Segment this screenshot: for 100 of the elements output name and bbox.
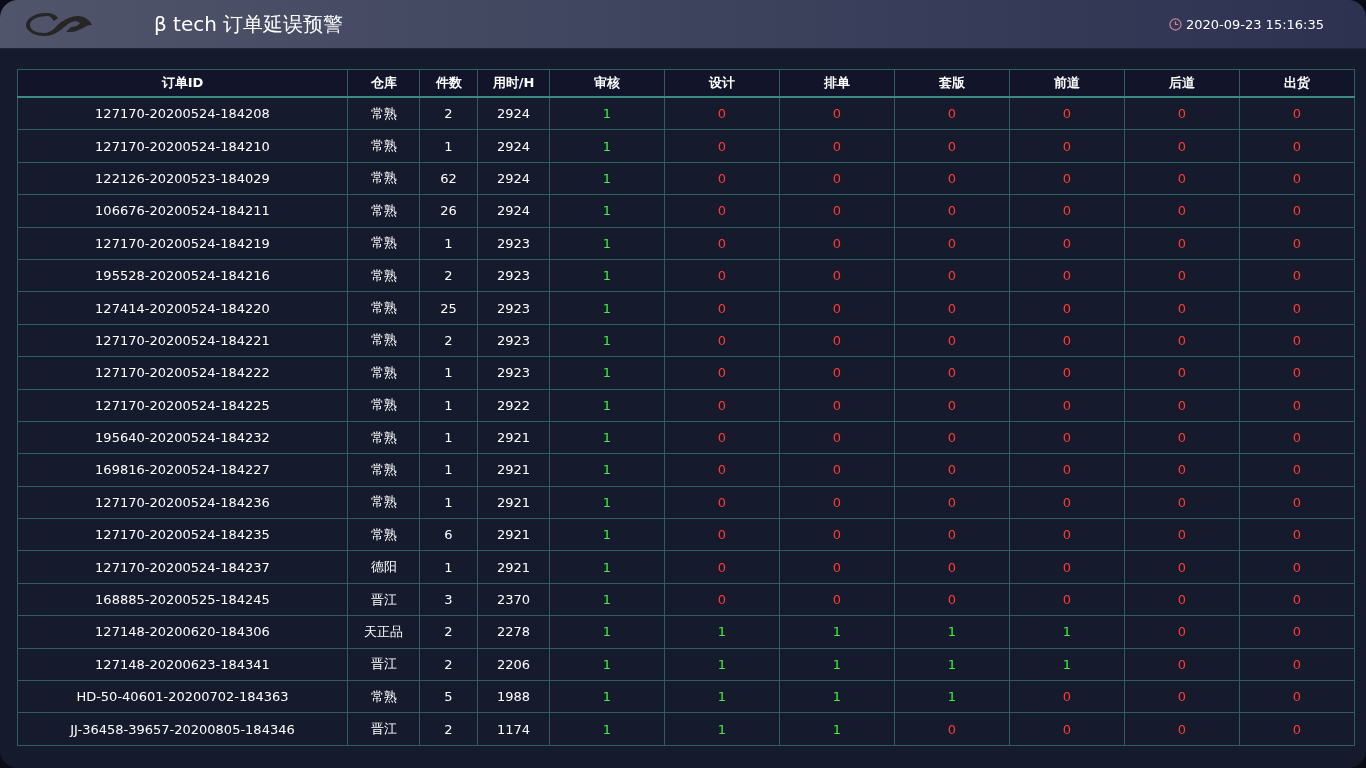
warehouse-cell: 晋江 [347,583,420,616]
warehouse-cell: 常熟 [347,324,420,357]
order-id-cell: 106676-20200524-184211 [17,194,348,228]
stage-cell: 1 [1009,648,1125,681]
stage-cell: 0 [1239,129,1355,163]
stage-cell: 0 [894,712,1010,746]
stage-cell: 1 [549,227,665,260]
stage-cell: 0 [664,583,780,616]
warehouse-cell: 常熟 [347,486,420,519]
stage-cell: 0 [1009,291,1125,325]
stage-cell: 0 [779,259,895,292]
stage-cell: 0 [1124,453,1240,487]
stage-cell: 0 [894,518,1010,551]
stage-cell: 0 [1124,129,1240,163]
stage-cell: 0 [894,324,1010,357]
stage-cell: 0 [1124,550,1240,584]
stage-cell: 0 [894,291,1010,325]
stage-cell: 0 [894,550,1010,584]
stage-cell: 0 [1009,486,1125,519]
count-cell: 2 [419,324,478,357]
hours-cell: 1174 [477,712,550,746]
stage-cell: 0 [1239,227,1355,260]
stage-cell: 1 [779,680,895,713]
count-cell: 1 [419,486,478,519]
stage-cell: 0 [779,324,895,357]
stage-cell: 1 [549,356,665,389]
stage-cell: 0 [1009,550,1125,584]
count-cell: 1 [419,227,478,260]
hours-cell: 2278 [477,615,550,649]
hours-cell: 2922 [477,389,550,422]
count-cell: 2 [419,648,478,681]
stage-cell: 0 [664,259,780,292]
stage-cell: 0 [1009,324,1125,357]
order-id-cell: 127148-20200620-184306 [17,615,348,649]
warehouse-cell: 常熟 [347,680,420,713]
stage-cell: 0 [1239,486,1355,519]
stage-cell: 0 [1124,615,1240,649]
stage-cell: 0 [894,421,1010,454]
stage-cell: 0 [1009,389,1125,422]
stage-cell: 0 [894,583,1010,616]
stage-cell: 0 [779,129,895,163]
stage-cell: 0 [1239,518,1355,551]
stage-cell: 1 [664,680,780,713]
hours-cell: 2923 [477,291,550,325]
clock-icon [1168,17,1182,31]
stage-cell: 1 [549,453,665,487]
hours-cell: 2921 [477,421,550,454]
stage-cell: 0 [779,518,895,551]
stage-cell: 1 [549,518,665,551]
order-id-cell: 195528-20200524-184216 [17,259,348,292]
stage-cell: 0 [894,194,1010,228]
stage-cell: 0 [1124,162,1240,195]
stage-cell: 0 [779,194,895,228]
page-title: β tech 订单延误预警 [154,10,344,38]
stage-cell: 0 [1239,680,1355,713]
stage-cell: 1 [549,615,665,649]
stage-cell: 0 [1124,227,1240,260]
stage-cell: 0 [1124,518,1240,551]
warehouse-cell: 德阳 [347,550,420,584]
stage-cell: 0 [664,227,780,260]
hours-cell: 2923 [477,259,550,292]
stage-cell: 0 [1009,227,1125,260]
stage-cell: 1 [549,162,665,195]
stage-cell: 0 [1239,712,1355,746]
datetime-text: 2020-09-23 15:16:35 [1185,16,1324,32]
stage-cell: 0 [779,421,895,454]
count-cell: 3 [419,583,478,616]
order-id-cell: 127170-20200524-184235 [17,518,348,551]
stage-cell: 0 [1009,453,1125,487]
stage-cell: 1 [779,615,895,649]
order-id-cell: 127170-20200524-184225 [17,389,348,422]
column-header: 审核 [549,69,665,97]
stage-cell: 0 [779,291,895,325]
hours-cell: 2206 [477,648,550,681]
stage-cell: 1 [549,291,665,325]
stage-cell: 0 [664,550,780,584]
stage-cell: 0 [779,227,895,260]
warehouse-cell: 晋江 [347,712,420,746]
stage-cell: 0 [664,129,780,163]
hours-cell: 1988 [477,680,550,713]
stage-cell: 0 [894,162,1010,195]
hours-cell: 2370 [477,583,550,616]
stage-cell: 0 [779,162,895,195]
stage-cell: 1 [549,486,665,519]
stage-cell: 0 [1009,712,1125,746]
stage-cell: 0 [1124,680,1240,713]
order-id-cell: 127170-20200524-184237 [17,550,348,584]
column-header: 套版 [894,69,1010,97]
stage-cell: 0 [1009,518,1125,551]
order-id-cell: 127170-20200524-184236 [17,486,348,519]
stage-cell: 0 [664,291,780,325]
hours-cell: 2924 [477,194,550,228]
stage-cell: 0 [1124,291,1240,325]
stage-cell: 1 [549,324,665,357]
warehouse-cell: 晋江 [347,648,420,681]
count-cell: 62 [419,162,478,195]
warehouse-cell: 天正品 [347,615,420,649]
stage-cell: 1 [549,129,665,163]
stage-cell: 0 [1239,259,1355,292]
warehouse-cell: 常熟 [347,453,420,487]
